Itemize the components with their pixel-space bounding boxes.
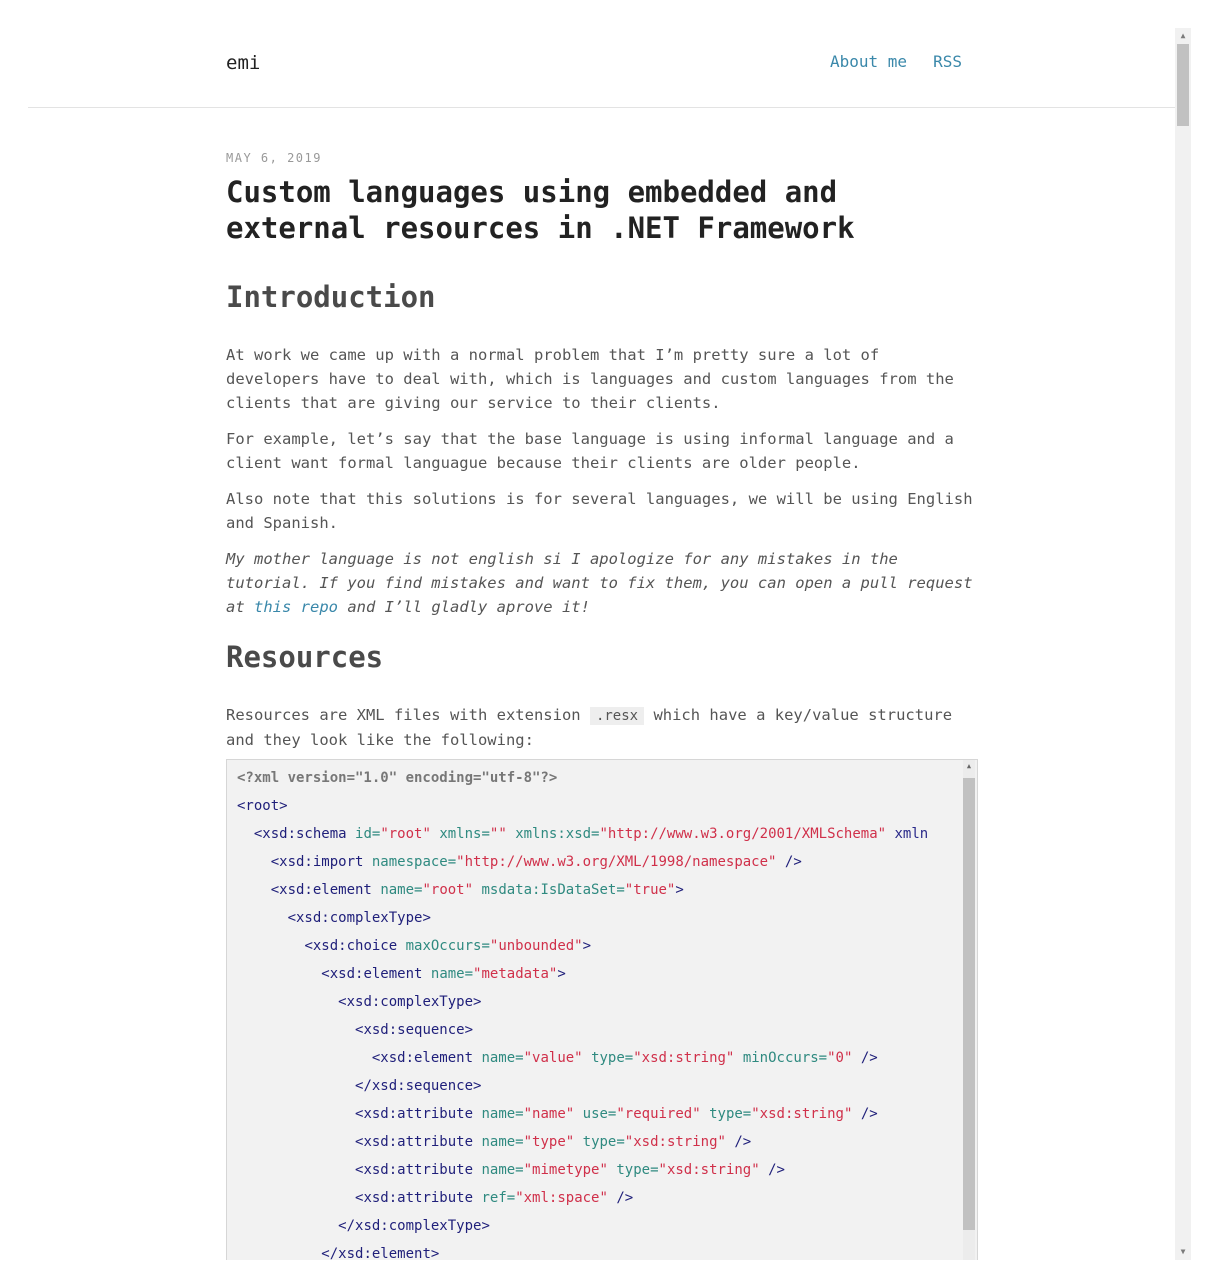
code-scroll-up-icon[interactable]: ▲ xyxy=(963,762,975,770)
code-content: <?xml version="1.0" encoding="utf-8"?> <r… xyxy=(227,760,959,1260)
scroll-down-icon[interactable]: ▼ xyxy=(1175,1244,1191,1260)
page-scrollbar-thumb[interactable] xyxy=(1177,44,1189,126)
site-header: emi About me RSS xyxy=(28,28,1175,108)
paragraph-note: My mother language is not english si I a… xyxy=(226,547,978,619)
code-line: <xsd:element name="value" type="xsd:stri… xyxy=(371,1050,878,1066)
code-line: <xsd:choice maxOccurs="unbounded"> xyxy=(304,938,592,954)
repo-link[interactable]: this repo xyxy=(254,598,338,616)
code-line: <xsd:attribute name="type" type="xsd:str… xyxy=(355,1134,752,1150)
code-line: </xsd:element> xyxy=(321,1246,440,1260)
post-date: May 6, 2019 xyxy=(226,151,322,165)
paragraph-intro-2: For example, let’s say that the base lan… xyxy=(226,430,954,472)
page-scrollbar[interactable]: ▲ ▼ xyxy=(1175,28,1191,1260)
heading-introduction: Introduction xyxy=(226,280,436,314)
code-line: <xsd:attribute name="name" use="required… xyxy=(355,1106,878,1122)
heading-resources: Resources xyxy=(226,640,384,674)
site-brand-link[interactable]: emi xyxy=(226,52,260,74)
post-title: Custom languages using embedded and exte… xyxy=(226,175,855,245)
code-scrollbar-thumb[interactable] xyxy=(963,778,975,1230)
code-line: <xsd:attribute name="mimetype" type="xsd… xyxy=(355,1162,785,1178)
code-line: <xsd:sequence> xyxy=(355,1022,474,1038)
post-content: May 6, 2019 Custom languages using embed… xyxy=(226,146,978,752)
code-line: <?xml version="1.0" encoding="utf-8"?> xyxy=(237,770,558,786)
nav-about-link[interactable]: About me xyxy=(830,52,907,71)
code-line: </xsd:complexType> xyxy=(338,1218,490,1234)
paragraph-intro-3: Also note that this solutions is for sev… xyxy=(226,490,973,532)
code-line: </xsd:sequence> xyxy=(355,1078,482,1094)
code-block[interactable]: <?xml version="1.0" encoding="utf-8"?> <r… xyxy=(226,759,978,1260)
paragraph-resources: Resources are XML files with extension .… xyxy=(226,703,978,752)
resources-text-before: Resources are XML files with extension xyxy=(226,706,590,724)
nav-rss-link[interactable]: RSS xyxy=(933,52,962,71)
paragraph-intro-1: At work we came up with a normal problem… xyxy=(226,346,954,412)
code-line: <xsd:import namespace="http://www.w3.org… xyxy=(270,854,802,870)
code-line: <xsd:element name="metadata"> xyxy=(321,966,566,982)
scroll-up-icon[interactable]: ▲ xyxy=(1175,28,1191,44)
note-text-after: and I’ll gladly aprove it! xyxy=(338,598,590,616)
code-line: <xsd:attribute ref="xml:space" /> xyxy=(355,1190,634,1206)
code-scrollbar[interactable]: ▲ xyxy=(963,760,975,1260)
code-line: <xsd:element name="root" msdata:IsDataSe… xyxy=(270,882,684,898)
inline-code-resx: .resx xyxy=(589,707,645,725)
code-line: <xsd:complexType> xyxy=(287,910,431,926)
code-line: <xsd:schema id="root" xmlns="" xmlns:xsd… xyxy=(253,826,929,842)
top-nav: About me RSS xyxy=(830,52,988,71)
code-line: <root> xyxy=(237,798,288,814)
code-line: <xsd:complexType> xyxy=(338,994,482,1010)
page-viewport: emi About me RSS May 6, 2019 Custom langu… xyxy=(28,28,1175,1260)
